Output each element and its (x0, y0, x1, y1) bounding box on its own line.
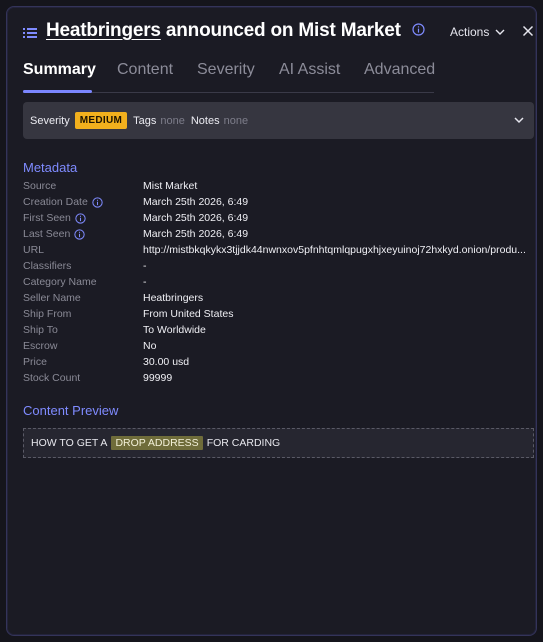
metadata-value: March 25th 2026, 6:49 (143, 196, 249, 208)
metadata-label: Ship From (23, 308, 143, 320)
metadata-label-text: Ship From (23, 308, 72, 320)
metadata-value: From United States (143, 308, 234, 320)
metadata-label-text: Ship To (23, 324, 58, 336)
metadata-row: Price 30.00 usd (23, 354, 538, 370)
active-tab-indicator (23, 90, 92, 93)
metadata-label-text: Classifiers (23, 260, 72, 272)
tab-content[interactable]: Content (117, 61, 173, 79)
tab-advanced[interactable]: Advanced (364, 61, 435, 79)
metadata-value: - (143, 260, 147, 272)
metadata-label: URL (23, 244, 143, 256)
metadata-label-text: URL (23, 244, 45, 256)
metadata-label-text: Category Name (23, 276, 97, 288)
info-icon[interactable] (412, 23, 425, 36)
tab-summary[interactable]: Summary (23, 61, 96, 79)
metadata-row: Stock Count 99999 (23, 370, 538, 386)
metadata-value: No (143, 340, 157, 352)
metadata-value: - (143, 276, 147, 288)
metadata-label-text: Escrow (23, 340, 58, 352)
chevron-down-icon[interactable] (514, 115, 524, 125)
metadata-row: Category Name - (23, 274, 538, 290)
content-preview-box: HOW TO GET A DROP ADDRESS FOR CARDING (23, 428, 534, 458)
metadata-label-text: Seller Name (23, 292, 81, 304)
url-link[interactable]: http://mistbkqkykx3tjjdk44nwnxov5pfnhtqm… (143, 244, 536, 256)
title-rest: announced on Mist Market (165, 20, 401, 41)
list-menu-icon[interactable] (23, 27, 37, 39)
metadata-row: Last Seen March 25th 2026, 6:49 (23, 226, 538, 242)
preview-highlight: DROP ADDRESS (111, 436, 203, 450)
metadata-label: First Seen (23, 212, 143, 224)
tab-bar: Summary Content Severity AI Assist Advan… (23, 59, 435, 93)
metadata-value: 30.00 usd (143, 356, 190, 368)
metadata-row: Ship To To Worldwide (23, 322, 538, 338)
metadata-label: Source (23, 180, 143, 192)
preview-text-before: HOW TO GET A (31, 437, 108, 449)
metadata-value: 99999 (143, 372, 173, 384)
tab-ai-assist[interactable]: AI Assist (279, 61, 340, 79)
metadata-value: To Worldwide (143, 324, 206, 336)
metadata-row: URL http://mistbkqkykx3tjjdk44nwnxov5pfnh… (23, 242, 538, 258)
metadata-list: Source Mist Market Creation Date March 25th… (23, 178, 538, 386)
metadata-label-text: Price (23, 356, 47, 368)
tags-value: none (160, 114, 185, 127)
tags-label: Tags (133, 114, 157, 127)
tab-severity[interactable]: Severity (197, 61, 255, 79)
page-title: Heatbringers announced on Mist Market (46, 20, 425, 42)
metadata-heading: Metadata (23, 160, 78, 175)
metadata-label: Escrow (23, 340, 143, 352)
metadata-value: Heatbringers (143, 292, 204, 304)
metadata-label: Stock Count (23, 372, 143, 384)
notes-value: none (223, 114, 249, 127)
seller-link[interactable]: Heatbringers (46, 20, 161, 41)
actions-dropdown[interactable]: Actions (450, 25, 505, 39)
metadata-row: Escrow No (23, 338, 538, 354)
metadata-row: Ship From From United States (23, 306, 538, 322)
metadata-label-text: Stock Count (23, 372, 81, 384)
metadata-label-text: Creation Date (23, 196, 88, 208)
chevron-down-icon (495, 29, 505, 35)
info-icon[interactable] (92, 196, 103, 208)
severity-badge: MEDIUM (74, 112, 128, 129)
metadata-value: March 25th 2026, 6:49 (143, 212, 249, 224)
metadata-label: Classifiers (23, 260, 143, 272)
severity-label: Severity (30, 114, 70, 127)
metadata-label: Seller Name (23, 292, 143, 304)
alert-detail-panel: Heatbringers announced on Mist Market Ac… (6, 6, 537, 636)
panel-header: Heatbringers announced on Mist Market Ac… (7, 7, 536, 59)
metadata-label: Creation Date (23, 196, 143, 208)
actions-label: Actions (450, 25, 490, 39)
metadata-label-text: Last Seen (23, 228, 71, 240)
preview-text-after: FOR CARDING (206, 437, 281, 449)
metadata-value: March 25th 2026, 6:49 (143, 228, 249, 240)
metadata-value: Mist Market (143, 180, 198, 192)
notes-label: Notes (190, 114, 220, 127)
metadata-label-text: Source (23, 180, 57, 192)
metadata-label: Category Name (23, 276, 143, 288)
content-preview-heading: Content Preview (23, 403, 119, 418)
metadata-label: Price (23, 356, 143, 368)
close-icon[interactable] (522, 25, 534, 37)
metadata-label: Last Seen (23, 228, 143, 240)
info-icon[interactable] (74, 228, 85, 240)
info-icon[interactable] (75, 212, 86, 224)
metadata-label-text: First Seen (23, 212, 71, 224)
severity-summary-bar[interactable]: Severity MEDIUM Tags none Notes none (23, 102, 534, 139)
metadata-row: Classifiers - (23, 258, 538, 274)
metadata-row: Seller Name Heatbringers (23, 290, 538, 306)
metadata-row: Source Mist Market (23, 178, 538, 194)
metadata-row: Creation Date March 25th 2026, 6:49 (23, 194, 538, 210)
metadata-label: Ship To (23, 324, 143, 336)
metadata-row: First Seen March 25th 2026, 6:49 (23, 210, 538, 226)
